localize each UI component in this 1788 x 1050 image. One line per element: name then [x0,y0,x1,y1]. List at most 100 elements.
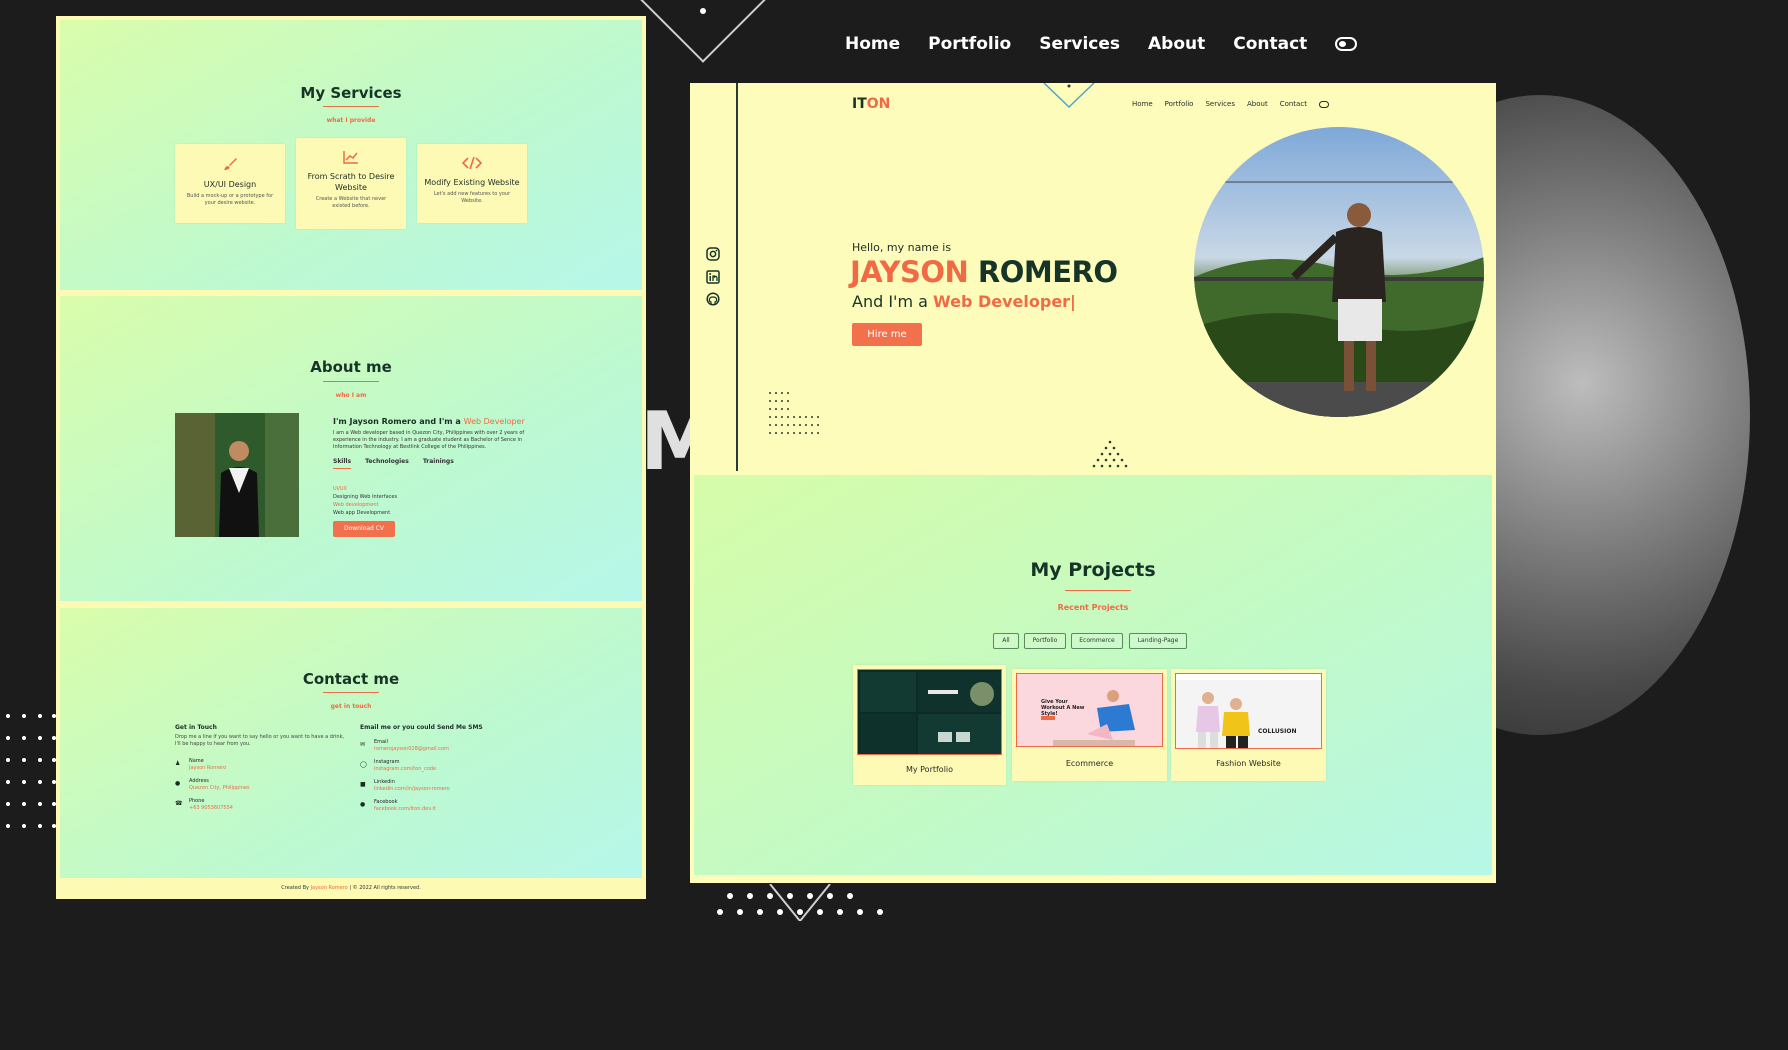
contact-right-heading: Email me or you could Send Me SMS [360,724,483,731]
contact-value[interactable]: romerojayson028@gmail.com [374,746,449,753]
project-card[interactable]: COLLUSION Fashion Website [1171,669,1326,781]
filter-landing-page[interactable]: Landing-Page [1129,633,1187,649]
user-icon: ♟ [175,760,181,767]
nav-contact[interactable]: Contact [1280,100,1307,108]
left-screenshot: My Services what I provide UX/UI Design … [56,16,646,899]
project-card[interactable]: Give Your Workout A New Style! Ecommerce [1012,669,1167,781]
service-card: From Scrath to Desire Website Create a W… [296,138,406,229]
bg-nav-about: About [1148,34,1206,54]
contact-item[interactable]: ● Facebook facebook.com/iton.dev.it [360,799,436,813]
about-heading-prefix: I'm Jayson Romero and I'm a [333,417,461,426]
service-card-title: Modify Existing Website [424,178,520,187]
logo-part-a: IT [852,96,867,112]
contact-item[interactable]: ■ Linkedin linkedin.com/in/jayson-romero [360,779,450,793]
service-card-title: From Scrath to Desire Website [307,172,395,192]
nav-about[interactable]: About [1247,100,1268,108]
filter-portfolio[interactable]: Portfolio [1024,633,1066,649]
dot-pattern-decoration [769,392,819,434]
contact-item[interactable]: ✉ Email romerojayson028@gmail.com [360,739,449,753]
background-nav: Home Portfolio Services About Contact [845,34,1358,54]
instagram-icon: ◯ [360,761,367,768]
about-heading-role: Web Developer [463,417,525,426]
hero-first-name: JAYSON [850,255,969,289]
projects-subtitle: Recent Projects [1057,603,1129,612]
contact-item: ☎ Phone +63 9053607554 [175,798,233,812]
contact-value: +63 9053607554 [189,805,233,811]
hero-divider-line [736,83,738,471]
contact-label: Email [374,739,388,745]
service-card-desc: Build a mock-up or a prototype for your … [186,193,274,206]
service-card-title: UX/UI Design [203,180,257,189]
contact-label: Phone [189,798,205,804]
nav-portfolio[interactable]: Portfolio [1165,100,1194,108]
linkedin-icon: ■ [360,781,366,788]
title-underline [1065,590,1131,591]
tab-skills[interactable]: Skills [333,458,352,469]
hero-role: And I'm a Web Developer| [852,292,1076,311]
project-thumbnail: Give Your Workout A New Style! [1016,673,1163,747]
services-section: My Services what I provide UX/UI Design … [60,20,642,290]
instagram-icon[interactable] [706,247,720,261]
footer: Created By Jayson Romero | © 2022 All ri… [56,885,646,891]
hero-role-prefix: And I'm a [852,292,928,311]
contact-label: Instagram [374,759,400,765]
contact-value: Jayson Romero [189,765,227,771]
contact-item: ♟ Name Jayson Romero [175,758,226,772]
footer-name: Jayson Romero [310,885,348,891]
dot-triangle-decoration [1092,440,1128,468]
nav-services[interactable]: Services [1205,100,1235,108]
contact-section: Contact me get in touch Get in Touch Dro… [60,608,642,878]
filter-all[interactable]: All [993,633,1019,649]
about-paragraph: I am a Web developer based in Quezon Cit… [333,430,525,450]
theme-toggle-icon [1335,37,1358,51]
skill-name: UI/UX [333,486,347,492]
hero-profile-photo [1194,127,1484,417]
title-underline [323,692,379,693]
contact-label: Name [189,758,204,764]
tab-trainings[interactable]: Trainings [423,458,454,469]
title-underline [323,106,379,107]
right-screenshot: ITON Home Portfolio Services About Conta… [690,83,1496,883]
theme-toggle-icon[interactable] [1318,100,1329,108]
project-card[interactable]: My Portfolio [853,665,1006,785]
hero-role-text: Web Developer| [933,292,1076,311]
contact-value[interactable]: instagram.com/ton_code [374,766,436,773]
about-title: About me [310,358,392,376]
tab-technologies[interactable]: Technologies [365,458,409,469]
services-subtitle: what I provide [326,117,376,124]
contact-value[interactable]: linkedin.com/in/jayson-romero [374,786,450,793]
service-card-desc: Create a Website that never existed befo… [315,196,387,209]
project-card-label: Fashion Website [1216,759,1281,768]
hero-name: JAYSON ROMERO [850,255,1118,289]
contact-value[interactable]: facebook.com/iton.dev.it [374,806,436,813]
about-photo [175,413,299,537]
paintbrush-icon [175,156,285,176]
nav-home[interactable]: Home [1132,100,1153,108]
code-icon [417,156,527,174]
contact-title: Contact me [302,670,400,688]
thumbnail-text: COLLUSION [1258,728,1297,735]
skills-list: UI/UX Designing Web Interfaces Web devel… [333,485,397,517]
github-icon[interactable] [706,292,720,306]
project-card-label: Ecommerce [1065,759,1114,768]
hero-greeting: Hello, my name is [852,241,952,254]
hero-last-name: ROMERO [977,255,1118,289]
about-subtitle: who I am [335,392,367,399]
download-cv-button[interactable]: Download CV [333,521,395,537]
footer-suffix: | © 2022 All rights reserved. [349,885,421,891]
filter-ecommerce[interactable]: Ecommerce [1071,633,1123,649]
contact-left-text: Drop me a line if you want to say hello … [175,734,345,747]
footer-prefix: Created By [281,885,309,891]
dot-grid-decoration [717,884,883,921]
linkedin-icon[interactable] [706,270,720,284]
skill-name: Web development [333,502,379,508]
site-logo[interactable]: ITON [852,96,890,112]
contact-label: Facebook [374,799,398,805]
project-thumbnail [857,669,1002,755]
contact-value: Quezon City, Philippines [189,785,250,791]
bg-nav-services: Services [1039,34,1121,54]
hire-me-button[interactable]: Hire me [852,323,922,346]
contact-item[interactable]: ◯ Instagram instagram.com/ton_code [360,759,436,773]
contact-left-heading: Get in Touch [175,724,217,731]
background-dot [700,8,706,14]
